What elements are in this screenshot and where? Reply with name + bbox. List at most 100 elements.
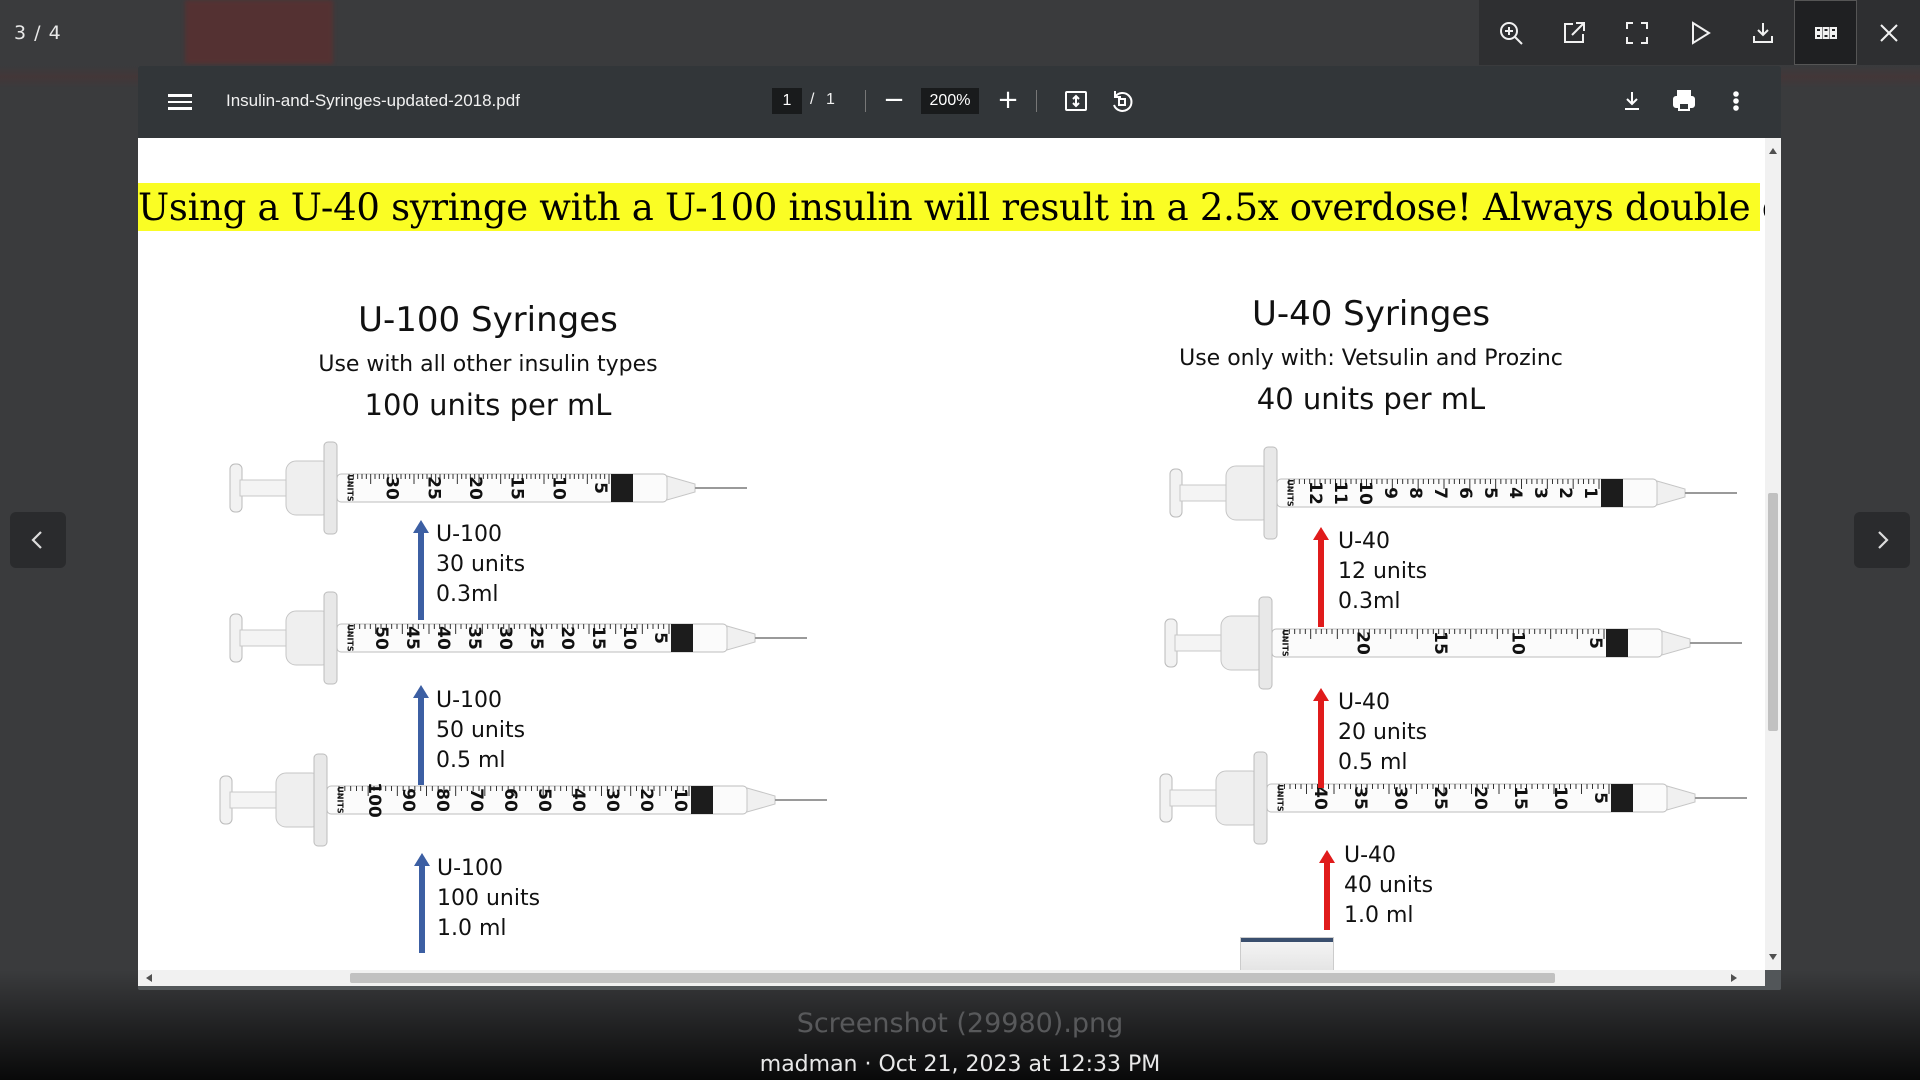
needle-hub <box>1666 785 1696 811</box>
slideshow-button[interactable] <box>1668 0 1731 65</box>
red-arrow <box>1318 537 1324 627</box>
zoom-level-input[interactable]: 200% <box>921 88 979 114</box>
page-number-input[interactable]: 1 <box>772 88 802 114</box>
print-icon <box>1673 90 1695 111</box>
scale-number: 10 <box>670 788 690 812</box>
pdf-bottom-edge <box>138 986 1781 990</box>
needle-hub <box>1656 480 1686 506</box>
vertical-scrollbar[interactable] <box>1765 138 1781 970</box>
u40-syringe-12-units: UNITS 12 11 10 9 8 7 6 5 4 3 2 1 <box>1169 446 1737 540</box>
pdf-filename: Insulin-and-Syringes-updated-2018.pdf <box>226 91 520 110</box>
scale-number: 35 <box>1350 786 1370 810</box>
zoom-in-icon <box>1499 21 1523 45</box>
finger-flange <box>1263 446 1278 540</box>
scale-number: 10 <box>1550 786 1570 810</box>
download-icon <box>1752 22 1773 43</box>
image-meta-caption: madman · Oct 21, 2023 at 12:33 PM <box>759 1052 1161 1077</box>
scale-number: 8 <box>1405 487 1425 499</box>
scale-number: 60 <box>500 788 520 812</box>
next-image-button[interactable] <box>1854 512 1910 568</box>
open-external-button[interactable] <box>1542 0 1605 65</box>
close-icon <box>1879 23 1898 42</box>
scroll-down-arrow[interactable] <box>1769 954 1777 960</box>
red-arrow <box>1324 860 1330 930</box>
finger-flange <box>1258 596 1273 690</box>
open-external-icon <box>1563 21 1585 43</box>
fullscreen-button[interactable] <box>1605 0 1668 65</box>
vertical-scroll-thumb[interactable] <box>1768 493 1778 731</box>
pdf-viewer: Insulin-and-Syringes-updated-2018.pdf 1 … <box>138 66 1781 990</box>
pdf-download-button[interactable] <box>1618 87 1646 115</box>
fit-page-icon <box>1065 91 1087 111</box>
scroll-left-arrow[interactable] <box>146 974 152 982</box>
scale-number: 5 <box>1480 487 1500 499</box>
horizontal-scroll-thumb[interactable] <box>350 973 1555 983</box>
rotate-button[interactable] <box>1108 87 1136 115</box>
scale-number: 35 <box>464 626 484 650</box>
zoom-out-button[interactable]: − <box>881 87 907 114</box>
scale-number: 10 <box>1355 481 1375 505</box>
scale-number: 10 <box>1508 631 1528 655</box>
needle-hub <box>746 787 776 813</box>
scale-number: 90 <box>398 788 418 812</box>
scale-number: 5 <box>650 632 670 644</box>
u40-title: U-40 Syringes <box>1251 294 1491 334</box>
scale-number: 20 <box>1353 631 1373 655</box>
image-counter: 3 / 4 <box>14 22 62 44</box>
u40-concentration: 40 units per mL <box>1256 382 1486 416</box>
u100-label-2: U-100 50 units 0.5 ml <box>436 688 526 773</box>
u100-title: U-100 Syringes <box>358 300 618 340</box>
fit-page-button[interactable] <box>1062 87 1090 115</box>
scale-number: 25 <box>1430 786 1450 810</box>
scale-number: 1 <box>1580 487 1600 499</box>
grid-icon <box>1814 26 1837 39</box>
finger-flange <box>313 753 328 847</box>
previous-image-button[interactable] <box>10 512 66 568</box>
close-viewer-button[interactable] <box>1857 0 1920 65</box>
plunger-rod <box>1169 789 1217 807</box>
warning-banner-text: Using a U-40 syringe with a U-100 insuli… <box>138 186 1765 229</box>
scale-units-label: UNITS <box>1281 629 1290 657</box>
grid-view-button[interactable] <box>1794 0 1857 65</box>
u100-subtitle: Use with all other insulin types <box>318 352 658 377</box>
more-options-button[interactable] <box>1722 87 1750 115</box>
scale-number: 30 <box>1390 786 1410 810</box>
blue-arrow <box>419 863 425 953</box>
zoom-in-button[interactable] <box>1479 0 1542 65</box>
scale-number: 5 <box>1590 792 1610 804</box>
scroll-up-arrow[interactable] <box>1769 148 1777 154</box>
viewer-toolbar <box>1479 0 1920 65</box>
horizontal-scrollbar[interactable] <box>138 970 1765 986</box>
blue-arrow <box>418 695 424 785</box>
u100-label-1: U-100 30 units 0.3ml <box>436 522 526 607</box>
scale-number: 20 <box>557 626 577 650</box>
toolbar-divider <box>865 90 866 112</box>
scale-number: 15 <box>507 476 527 500</box>
print-button[interactable] <box>1670 87 1698 115</box>
download-icon <box>1625 92 1639 110</box>
stopper <box>1606 629 1628 657</box>
u40-label-2: U-40 20 units 0.5 ml <box>1338 690 1428 775</box>
scale-number: 25 <box>423 476 443 500</box>
scale-number: 50 <box>371 626 391 650</box>
stopper <box>671 624 693 652</box>
scale-units-label: UNITS <box>336 786 345 814</box>
plunger-rod <box>229 791 277 809</box>
menu-icon[interactable] <box>168 90 192 114</box>
scale-number: 10 <box>619 626 639 650</box>
u40-label-3: U-40 40 units 1.0 ml <box>1344 843 1434 928</box>
page-separator: / <box>810 91 815 108</box>
scroll-right-arrow[interactable] <box>1731 974 1737 982</box>
scale-units-label: UNITS <box>346 474 355 502</box>
chevron-left-icon <box>31 531 42 549</box>
u40-label-1: U-40 12 units 0.3ml <box>1338 529 1428 614</box>
download-button[interactable] <box>1731 0 1794 65</box>
scale-number: 70 <box>466 788 486 812</box>
rotate-icon <box>1113 91 1133 112</box>
background-blur <box>185 0 333 64</box>
scale-number: 25 <box>526 626 546 650</box>
u40-syringe-40-units: UNITS 40 35 30 25 20 15 10 5 <box>1159 751 1747 845</box>
stopper <box>1601 479 1623 507</box>
zoom-in-button-pdf[interactable]: + <box>995 87 1021 114</box>
scale-number: 5 <box>1585 637 1605 649</box>
